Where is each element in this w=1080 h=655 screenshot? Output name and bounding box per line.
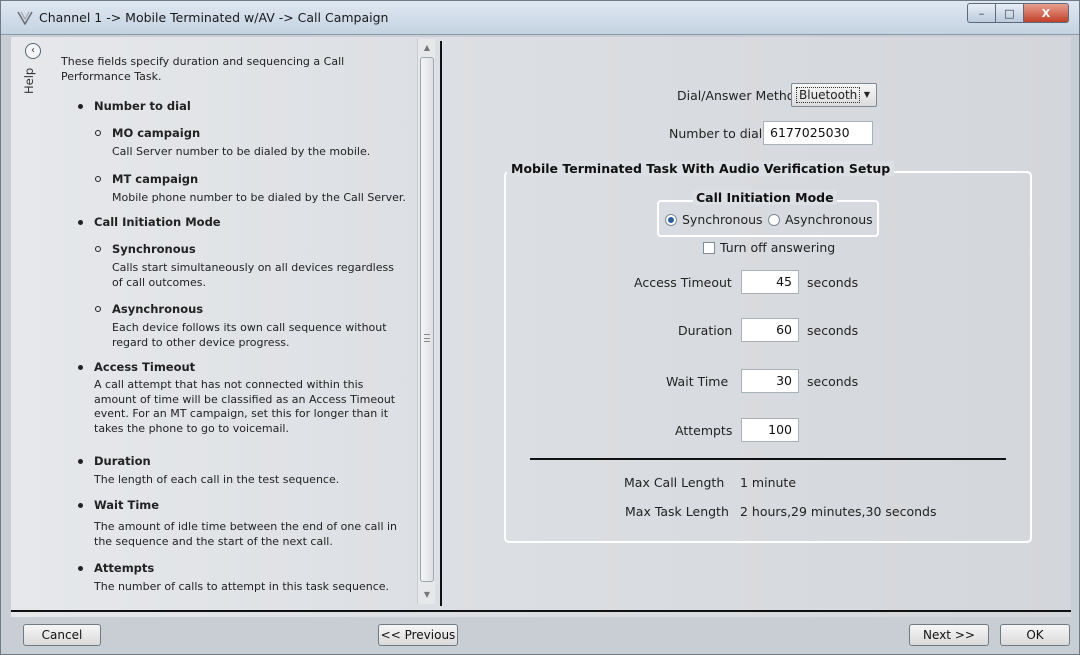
help-subheading-asynchronous: Asynchronous — [94, 302, 204, 316]
maximize-icon: □ — [1004, 6, 1015, 20]
window-title: Channel 1 -> Mobile Terminated w/AV -> C… — [39, 10, 389, 25]
number-to-dial-label: Number to dial — [669, 126, 763, 141]
grip-icon — [424, 334, 430, 342]
help-heading-call-initiation-mode: Call Initiation Mode — [78, 215, 221, 229]
scrollbar-thumb[interactable] — [420, 57, 434, 582]
minimize-button[interactable]: – — [967, 3, 995, 23]
help-text-mt-campaign: Mobile phone number to be dialed by the … — [112, 191, 406, 204]
asynchronous-label[interactable]: Asynchronous — [785, 212, 873, 227]
help-heading-access-timeout: Access Timeout — [77, 360, 196, 374]
duration-label: Duration — [678, 323, 733, 338]
av-setup-group-title: Mobile Terminated Task With Audio Verifi… — [507, 161, 895, 176]
ok-button[interactable]: OK — [1000, 624, 1070, 646]
help-subheading-mt-campaign: MT campaign — [94, 172, 199, 186]
number-to-dial-input[interactable]: 6177025030 — [763, 121, 873, 145]
scroll-down-icon[interactable]: ▼ — [418, 586, 436, 604]
duration-unit: seconds — [807, 323, 859, 338]
synchronous-label[interactable]: Synchronous — [682, 212, 763, 227]
title-bar[interactable]: Channel 1 -> Mobile Terminated w/AV -> C… — [1, 1, 1079, 35]
wait-time-label: Wait Time — [666, 374, 729, 389]
next-button[interactable]: Next >> — [909, 624, 989, 646]
max-task-length-value: 2 hours,29 minutes,30 seconds — [740, 504, 937, 519]
access-timeout-unit: seconds — [807, 275, 859, 290]
attempts-input[interactable]: 100 — [741, 418, 799, 442]
collapse-help-button[interactable]: ‹ — [25, 43, 41, 59]
minimize-icon: – — [978, 6, 985, 20]
help-subheading-synchronous: Synchronous — [95, 242, 196, 256]
scroll-up-icon[interactable]: ▲ — [418, 39, 436, 57]
turn-off-answering-label[interactable]: Turn off answering — [720, 240, 835, 255]
dial-method-label: Dial/Answer Method: — [677, 88, 807, 103]
help-text-duration: The length of each call in the test sequ… — [94, 473, 340, 486]
help-tab-label[interactable]: Help — [22, 65, 42, 97]
help-heading-number-to-dial: Number to dial — [78, 99, 191, 113]
synchronous-radio[interactable] — [665, 214, 677, 226]
access-timeout-label: Access Timeout — [634, 275, 732, 290]
help-text-wait-time: The amount of idle time between the end … — [94, 520, 398, 548]
attempts-label: Attempts — [675, 423, 733, 438]
help-heading-attempts: Attempts — [77, 561, 155, 575]
dial-method-select[interactable]: Bluetooth ▼ — [791, 83, 877, 107]
maximize-button[interactable]: □ — [995, 3, 1023, 23]
panel-divider — [440, 41, 442, 606]
app-logo-icon — [17, 11, 33, 25]
max-task-length-label: Max Task Length — [625, 504, 729, 519]
help-rail: ‹ Help — [11, 39, 45, 604]
max-call-length-label: Max Call Length — [624, 475, 725, 490]
asynchronous-radio[interactable] — [768, 214, 780, 226]
help-subheading-mo-campaign: MO campaign — [94, 126, 201, 140]
help-text-synchronous: Calls start simultaneously on all device… — [112, 261, 394, 289]
help-panel: These fields specify duration and sequen… — [61, 41, 413, 601]
footer-divider — [11, 610, 1071, 612]
duration-input[interactable]: 60 — [741, 318, 799, 342]
help-text-mo-campaign: Call Server number to be dialed by the m… — [112, 145, 371, 158]
help-heading-wait-time: Wait Time — [77, 498, 160, 512]
max-call-length-value: 1 minute — [740, 475, 797, 490]
chevron-down-icon: ▼ — [863, 90, 870, 99]
help-intro: These fields specify duration and sequen… — [61, 55, 345, 83]
previous-button[interactable]: << Previous — [378, 624, 458, 646]
chevron-left-icon: ‹ — [31, 45, 35, 56]
cancel-button[interactable]: Cancel — [23, 624, 101, 646]
turn-off-answering-checkbox[interactable] — [703, 242, 715, 254]
wait-time-input[interactable]: 30 — [741, 369, 799, 393]
wait-time-unit: seconds — [807, 374, 859, 389]
summary-divider — [530, 458, 1006, 460]
access-timeout-input[interactable]: 45 — [741, 270, 799, 294]
help-text-attempts: The number of calls to attempt in this t… — [94, 580, 390, 593]
dial-method-value: Bluetooth — [795, 87, 861, 103]
help-text-asynchronous: Each device follows its own call sequenc… — [112, 321, 387, 349]
help-text-access-timeout: A call attempt that has not connected wi… — [94, 378, 396, 435]
close-icon: X — [1041, 6, 1051, 20]
close-button[interactable]: X — [1023, 3, 1069, 23]
call-campaign-window: Channel 1 -> Mobile Terminated w/AV -> C… — [0, 0, 1080, 655]
call-initiation-mode-title: Call Initiation Mode — [693, 190, 837, 205]
help-heading-duration: Duration — [78, 454, 151, 468]
help-scrollbar[interactable]: ▲ ▼ — [417, 39, 435, 604]
